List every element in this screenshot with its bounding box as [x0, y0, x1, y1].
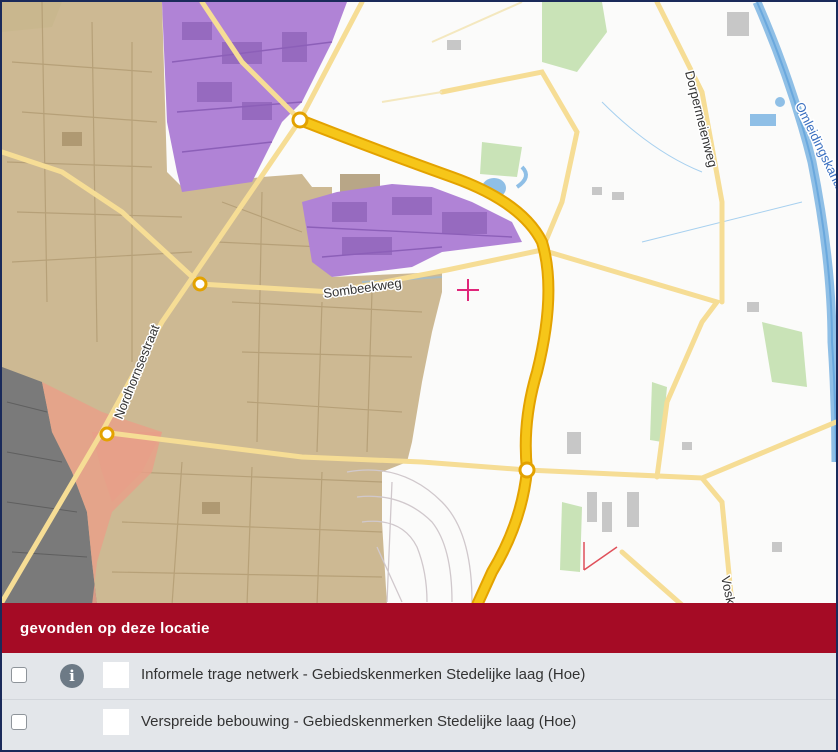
map-canvas[interactable]: Omleidingskanaal Sombeekweg Nordhornsest…: [2, 2, 836, 605]
result-label: Verspreide bebouwing - Gebiedskenmerken …: [141, 713, 577, 730]
layer-checkbox[interactable]: [11, 714, 27, 730]
layer-checkbox[interactable]: [11, 667, 27, 683]
legend-swatch: [103, 709, 129, 735]
map-viewer: Omleidingskanaal Sombeekweg Nordhornsest…: [0, 0, 838, 752]
results-panel-header: gevonden op deze locatie: [2, 603, 836, 653]
legend-swatch: [103, 662, 129, 688]
results-panel: gevonden op deze locatie i Informele tra…: [2, 603, 836, 750]
result-row: Verspreide bebouwing - Gebiedskenmerken …: [2, 700, 836, 746]
result-row: i Informele trage netwerk - Gebiedskenme…: [2, 653, 836, 700]
result-label: Informele trage netwerk - Gebiedskenmerk…: [141, 666, 586, 683]
map-svg[interactable]: Omleidingskanaal Sombeekweg Nordhornsest…: [2, 2, 836, 605]
results-panel-title: gevonden op deze locatie: [20, 619, 210, 637]
info-icon[interactable]: i: [60, 664, 84, 688]
